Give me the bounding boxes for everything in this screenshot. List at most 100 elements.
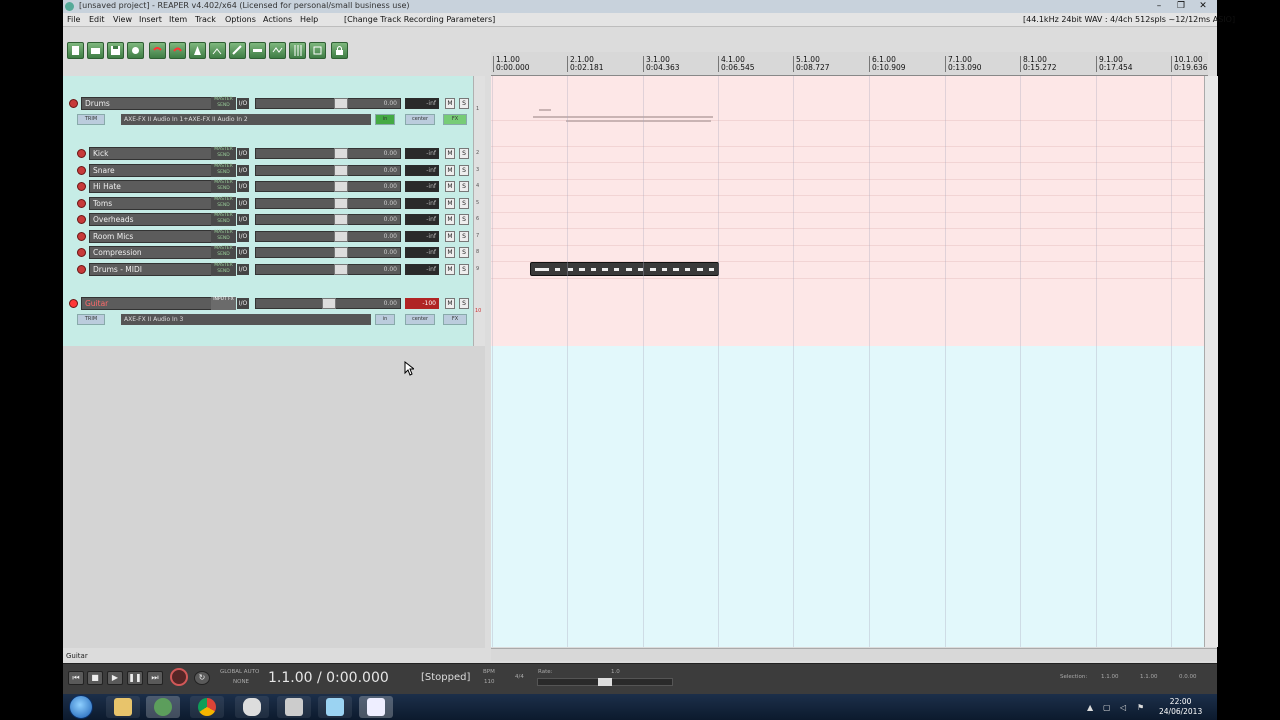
volume-fader[interactable]: 0.00 [255, 165, 401, 176]
record-input[interactable]: AXE-FX II Audio In 3 [121, 314, 371, 325]
taskbar-reaper[interactable] [146, 696, 180, 718]
taskbar-window[interactable] [318, 696, 352, 718]
track-compression[interactable]: Compression MASTER SEND I/O 0.00 -inf M … [77, 245, 469, 261]
menu-insert[interactable]: Insert [139, 15, 162, 24]
undo-icon[interactable] [149, 42, 166, 59]
track-toms[interactable]: Toms MASTER SEND I/O 0.00 -inf M S [77, 196, 469, 212]
minimize-button[interactable]: – [1150, 1, 1168, 12]
record-arm-button[interactable] [77, 182, 86, 191]
timeline-ruler[interactable]: 1.1.00 0:00.000 2.1.00 0:02.181 3.1.00 0:04… [491, 52, 1208, 76]
fx-button[interactable]: FX [443, 114, 467, 125]
record-button[interactable] [170, 668, 188, 686]
volume-icon[interactable]: ◁ [1120, 703, 1126, 712]
fx-button[interactable]: FX [443, 314, 467, 325]
io-button[interactable]: I/O [237, 148, 249, 159]
track-name[interactable]: Kick [89, 147, 213, 160]
solo-button[interactable]: S [459, 231, 469, 242]
io-button[interactable]: I/O [237, 181, 249, 192]
mute-button[interactable]: M [445, 198, 455, 209]
pause-button[interactable]: ❚❚ [127, 671, 143, 685]
open-project-icon[interactable] [87, 42, 104, 59]
master-send-label[interactable]: MASTER SEND [211, 97, 236, 110]
lock-icon[interactable] [331, 42, 348, 59]
project-settings-icon[interactable] [127, 42, 144, 59]
track-overheads[interactable]: Overheads MASTER SEND I/O 0.00 -inf M S [77, 212, 469, 228]
track-kick[interactable]: Kick MASTER SEND I/O 0.00 -inf M S [77, 146, 469, 162]
menu-edit[interactable]: Edit [89, 15, 105, 24]
trim-button[interactable]: TRIM [77, 314, 105, 325]
mute-button[interactable]: M [445, 165, 455, 176]
record-arm-button[interactable] [69, 99, 78, 108]
selection-end[interactable]: 1.1.00 [1140, 674, 1158, 680]
taskbar-chrome[interactable] [190, 696, 224, 718]
master-send-label[interactable]: MASTER SEND [211, 197, 236, 210]
track-hi-hate[interactable]: Hi Hate MASTER SEND I/O 0.00 -inf M S [77, 179, 469, 195]
menu-options[interactable]: Options [225, 15, 256, 24]
arrange-empty-area[interactable] [491, 346, 1204, 647]
rate-slider[interactable] [537, 678, 673, 686]
track-name[interactable]: Compression [89, 246, 213, 259]
fader-knob[interactable] [334, 148, 348, 159]
master-send-label[interactable]: MASTER SEND [211, 230, 236, 243]
fader-knob[interactable] [334, 247, 348, 258]
track-room-mics[interactable]: Room Mics MASTER SEND I/O 0.00 -inf M S [77, 229, 469, 245]
redo-icon[interactable] [169, 42, 186, 59]
volume-fader[interactable]: 0.00 [255, 214, 401, 225]
selection-length[interactable]: 0.0.00 [1179, 674, 1197, 680]
bpm-value[interactable]: 110 [484, 679, 495, 685]
volume-fader[interactable]: 0.00 [255, 181, 401, 192]
solo-button[interactable]: S [459, 181, 469, 192]
pan-value[interactable]: center [405, 314, 435, 325]
fader-knob[interactable] [334, 165, 348, 176]
track-guitar[interactable]: Guitar INPUT FX I/O 0.00 -100 M S [69, 296, 469, 312]
global-auto-label[interactable]: GLOBAL AUTO [220, 669, 259, 675]
solo-button[interactable]: S [459, 98, 469, 109]
volume-fader[interactable]: 0.00 [255, 98, 401, 109]
audio-device-status[interactable]: [44.1kHz 24bit WAV : 4/4ch 512spls ~12/1… [1023, 15, 1235, 24]
mute-button[interactable]: M [445, 298, 455, 309]
menu-actions[interactable]: Actions [263, 15, 292, 24]
mute-button[interactable]: M [445, 181, 455, 192]
item-grouping-icon[interactable] [249, 42, 266, 59]
record-arm-button[interactable] [77, 149, 86, 158]
maximize-button[interactable]: ❐ [1172, 1, 1190, 12]
time-display[interactable]: 1.1.00 / 0:00.000 [268, 670, 389, 686]
mute-button[interactable]: M [445, 98, 455, 109]
menu-item[interactable]: Item [169, 15, 187, 24]
io-button[interactable]: I/O [237, 264, 249, 275]
track-panel-empty-area[interactable] [63, 346, 485, 648]
io-button[interactable]: I/O [237, 98, 249, 109]
taskbar-explorer[interactable] [106, 696, 140, 718]
mute-button[interactable]: M [445, 231, 455, 242]
volume-fader[interactable]: 0.00 [255, 298, 401, 309]
record-arm-button[interactable] [77, 199, 86, 208]
track-name[interactable]: Room Mics [89, 230, 213, 243]
solo-button[interactable]: S [459, 298, 469, 309]
arrange-horizontal-scrollbar[interactable] [491, 648, 1217, 661]
record-arm-button[interactable] [77, 265, 86, 274]
record-arm-button[interactable] [77, 248, 86, 257]
mute-button[interactable]: M [445, 214, 455, 225]
fader-knob[interactable] [334, 214, 348, 225]
taskbar-tools[interactable] [277, 696, 311, 718]
midi-item-drums[interactable] [530, 262, 719, 276]
master-send-label[interactable]: MASTER SEND [211, 147, 236, 160]
solo-button[interactable]: S [459, 198, 469, 209]
track-name[interactable]: Overheads [89, 213, 213, 226]
master-send-label[interactable]: MASTER SEND [211, 263, 236, 276]
trim-button[interactable]: TRIM [77, 114, 105, 125]
fader-knob[interactable] [334, 231, 348, 242]
new-project-icon[interactable] [67, 42, 84, 59]
ripple-edit-icon[interactable] [229, 42, 246, 59]
master-send-label[interactable]: MASTER SEND [211, 213, 236, 226]
track-name[interactable]: Drums - MIDI [89, 263, 213, 276]
solo-button[interactable]: S [459, 165, 469, 176]
record-arm-button[interactable] [77, 166, 86, 175]
network-icon[interactable]: ▢ [1103, 703, 1111, 712]
io-button[interactable]: I/O [237, 298, 249, 309]
selection-start[interactable]: 1.1.00 [1101, 674, 1119, 680]
io-button[interactable]: I/O [237, 231, 249, 242]
menu-track[interactable]: Track [195, 15, 216, 24]
close-button[interactable]: ✕ [1194, 1, 1212, 12]
track-panel-scrollbar[interactable]: 1 2 3 4 5 6 7 8 9 10 [473, 76, 485, 346]
